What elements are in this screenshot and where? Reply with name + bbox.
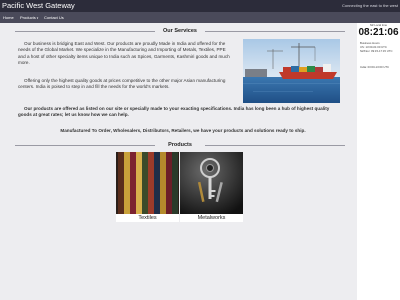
services-paragraph-3: Our products are offered as listed on ou… [18, 106, 330, 118]
business-hours-nz: NZ/Nov: 09:15-17:15 UTC [360, 49, 393, 53]
card-label-textiles: Textiles [138, 215, 157, 221]
cargo-ship-photo [243, 39, 340, 103]
chevron-down-icon: ▾ [36, 16, 39, 20]
nav-products-label: Products [20, 15, 36, 20]
top-header: Pacific West Gateway Connecting the east… [0, 0, 400, 12]
divider [15, 145, 155, 146]
divider [205, 31, 345, 32]
nav-products[interactable]: Products▾ [20, 15, 38, 20]
brand-logo-text[interactable]: Pacific West Gateway [2, 1, 75, 10]
services-heading: Our Services [163, 28, 197, 34]
product-card-textiles[interactable]: Textiles [116, 152, 179, 222]
main-nav: Home Products▾ Contact Us [0, 12, 400, 23]
tagline: Connecting the east to the west [341, 3, 398, 8]
services-paragraph-4: Manufactured To Order, Wholesalers, Dist… [60, 128, 306, 133]
nav-home[interactable]: Home [3, 15, 14, 20]
services-paragraph-2: Offering only the highest quality goods … [18, 78, 226, 90]
nav-contact-us[interactable]: Contact Us [44, 15, 64, 20]
metalworks-photo [180, 152, 243, 214]
product-card-metalworks[interactable]: Metalworks [180, 152, 243, 222]
products-heading: Products [168, 142, 192, 148]
card-label-metalworks: Metalworks [197, 215, 226, 221]
business-hours-india: India: 03:00-13:00 UTC [360, 65, 390, 69]
sidebar-clock-panel: NZ Local time 08:21:06 Business Hours US… [357, 23, 400, 300]
divider [15, 31, 155, 32]
divider [205, 145, 345, 146]
local-time-clock: 08:21:06 [358, 27, 399, 38]
main-content: Our Services Our business is bridging Ea… [0, 23, 357, 300]
textiles-photo [116, 152, 179, 214]
services-paragraph-1: Our business is bridging East and West. … [18, 41, 230, 65]
